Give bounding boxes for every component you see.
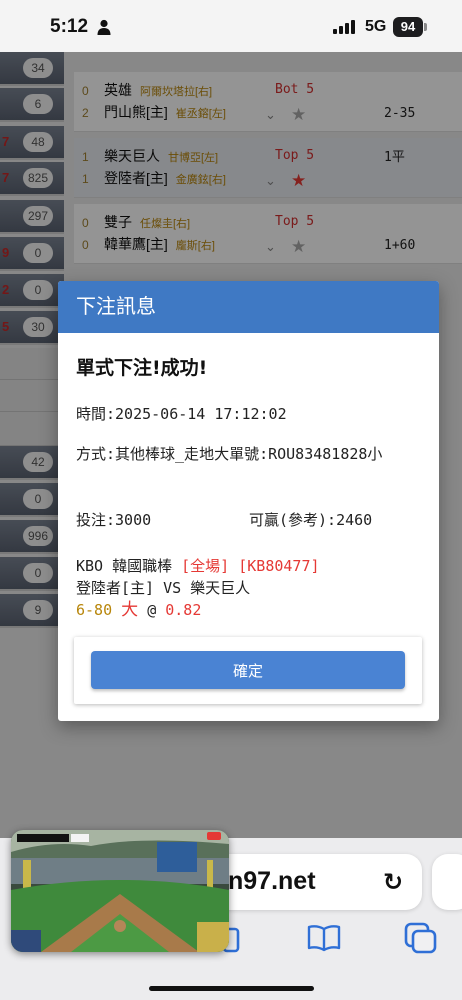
bet-matchup: 登陸者[主] VS 樂天巨人: [76, 579, 251, 597]
method-value: 其他棒球_走地大單號:ROU83481828小: [115, 445, 383, 463]
tabs-icon[interactable]: [404, 922, 438, 954]
stake-value: 3000: [115, 511, 152, 529]
bet-info-dialog: 下注訊息 單式下注!成功! 時間:2025-06-14 17:12:02 方式:…: [58, 281, 439, 721]
match-code: [KB80477]: [238, 557, 320, 575]
win-value: 2460: [336, 511, 373, 529]
time-value: 2025-06-14 17:12:02: [115, 405, 287, 423]
baseball-broadcast-image: [11, 830, 229, 952]
status-bar: 5:12 5G 94: [0, 0, 462, 52]
bet-time: 時間:2025-06-14 17:12:02: [76, 403, 287, 425]
next-tab-preview[interactable]: [432, 854, 462, 910]
bet-line: 6-80: [76, 601, 113, 619]
dialog-footer: 確定: [74, 637, 422, 704]
bet-selection: 6-80 大 @ 0.82: [76, 599, 201, 621]
win-label: 可贏(參考):: [249, 511, 337, 529]
method-label: 方式:: [76, 445, 116, 463]
bet-league: KBO 韓國職棒 [全場] [KB80477]: [76, 555, 320, 577]
url-text: n97.net: [228, 867, 316, 895]
success-title: 單式下注!成功!: [76, 357, 208, 379]
home-indicator: [149, 986, 314, 991]
person-icon: [97, 19, 111, 35]
bookmarks-icon[interactable]: [307, 924, 341, 952]
stake-label: 投注:: [76, 511, 116, 529]
bet-side: 大: [121, 600, 139, 620]
dialog-header: 下注訊息: [58, 281, 439, 333]
picture-in-picture-video[interactable]: [11, 830, 229, 952]
status-time: 5:12: [50, 16, 89, 37]
period-label: [全場]: [181, 557, 230, 575]
battery-tip: [424, 23, 427, 31]
league-name: KBO 韓國職棒: [76, 557, 173, 575]
bet-stake: 投注:3000: [76, 509, 151, 531]
bet-method: 方式:其他棒球_走地大單號:ROU83481828小: [76, 443, 421, 465]
network-type: 5G: [365, 18, 387, 35]
confirm-button[interactable]: 確定: [91, 651, 405, 689]
bet-potential-win: 可贏(參考):2460: [249, 509, 372, 530]
bet-odds: 0.82: [165, 601, 202, 619]
time-label: 時間:: [76, 405, 116, 423]
reload-icon[interactable]: ↻: [383, 868, 403, 896]
battery-icon: 94: [393, 17, 423, 37]
at-sign: @: [147, 601, 157, 619]
signal-icon: [333, 20, 355, 34]
